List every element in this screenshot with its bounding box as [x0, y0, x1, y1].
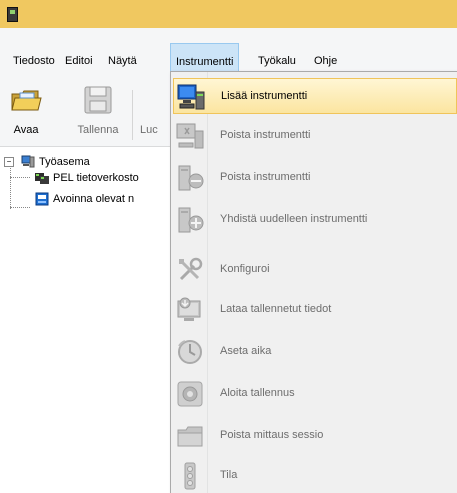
- instrument-menu: Lisää instrumentti Poista instrumentti P…: [170, 71, 457, 493]
- partial-label: Luc: [140, 124, 158, 136]
- menu-tiedosto[interactable]: Tiedosto: [9, 51, 59, 71]
- menu-item-delete-session[interactable]: Poista mittaus sessio: [173, 418, 457, 452]
- tools-icon: [179, 257, 203, 281]
- status-icon: [184, 462, 196, 490]
- tree-label-open-sessions: Avoinna olevat n: [53, 193, 135, 205]
- menu-label-download-data: Lataa tallennetut tiedot: [220, 303, 332, 315]
- menu-item-configure[interactable]: Konfiguroi: [173, 252, 457, 286]
- menu-editoi[interactable]: Editoi: [61, 51, 97, 71]
- menu-label-disconnect-instrument: Poista instrumentti: [220, 171, 311, 183]
- menu-label-reconnect-instrument: Yhdistä uudelleen instrumentti: [220, 213, 368, 225]
- add-instrument-icon: [177, 84, 205, 110]
- record-icon: [177, 381, 203, 407]
- menu-item-status[interactable]: Tila: [173, 458, 457, 492]
- session-icon: [35, 192, 49, 206]
- reconnect-instrument-icon: [178, 207, 204, 233]
- folder-icon: [177, 426, 203, 447]
- menu-ohje[interactable]: Ohje: [310, 51, 341, 71]
- network-icon: [35, 173, 49, 184]
- app-icon[interactable]: [7, 7, 18, 22]
- collapse-icon[interactable]: −: [4, 157, 14, 167]
- menu-item-add-instrument[interactable]: Lisää instrumentti: [173, 78, 457, 114]
- menu-label-remove-instrument: Poista instrumentti: [220, 129, 311, 141]
- toolbar-separator: [132, 90, 133, 140]
- folder-open-icon: [11, 90, 42, 111]
- save-label: Tallenna: [77, 124, 119, 136]
- title-bar: [0, 0, 457, 28]
- open-button[interactable]: Avaa: [6, 84, 46, 146]
- menu-item-remove-instrument[interactable]: Poista instrumentti: [173, 118, 457, 152]
- open-label: Avaa: [13, 124, 39, 136]
- download-data-icon: [177, 297, 201, 321]
- menu-tyokalu[interactable]: Työkalu: [254, 51, 300, 71]
- menu-label-status: Tila: [220, 469, 238, 481]
- menu-label-delete-session: Poista mittaus sessio: [220, 429, 324, 441]
- menu-nayta[interactable]: Näytä: [104, 51, 141, 71]
- menu-label-start-recording: Aloita tallennus: [220, 387, 295, 399]
- menu-item-reconnect-instrument[interactable]: Yhdistä uudelleen instrumentti: [173, 202, 457, 236]
- menu-label-add-instrument: Lisää instrumentti: [221, 90, 308, 102]
- menu-item-set-time[interactable]: Aseta aika: [173, 334, 457, 368]
- tree-label-pel-network: PEL tietoverkosto: [53, 172, 139, 184]
- menu-item-download-data[interactable]: Lataa tallennetut tiedot: [173, 292, 457, 326]
- partial-toolbar-button[interactable]: Luc: [140, 84, 168, 146]
- remove-instrument-icon: [176, 123, 204, 149]
- menu-item-disconnect-instrument[interactable]: Poista instrumentti: [173, 160, 457, 194]
- menu-label-configure: Konfiguroi: [220, 263, 270, 275]
- menu-item-start-recording[interactable]: Aloita tallennus: [173, 376, 457, 410]
- save-button[interactable]: Tallenna: [72, 84, 124, 146]
- floppy-disk-icon: [84, 86, 112, 114]
- disconnect-instrument-icon: [178, 165, 204, 191]
- menu-label-set-time: Aseta aika: [220, 345, 272, 357]
- clock-icon: [178, 340, 202, 364]
- computer-icon: [21, 155, 35, 168]
- workstation-tree: − Työasema PEL tietoverkosto Avoinna ole…: [0, 147, 170, 492]
